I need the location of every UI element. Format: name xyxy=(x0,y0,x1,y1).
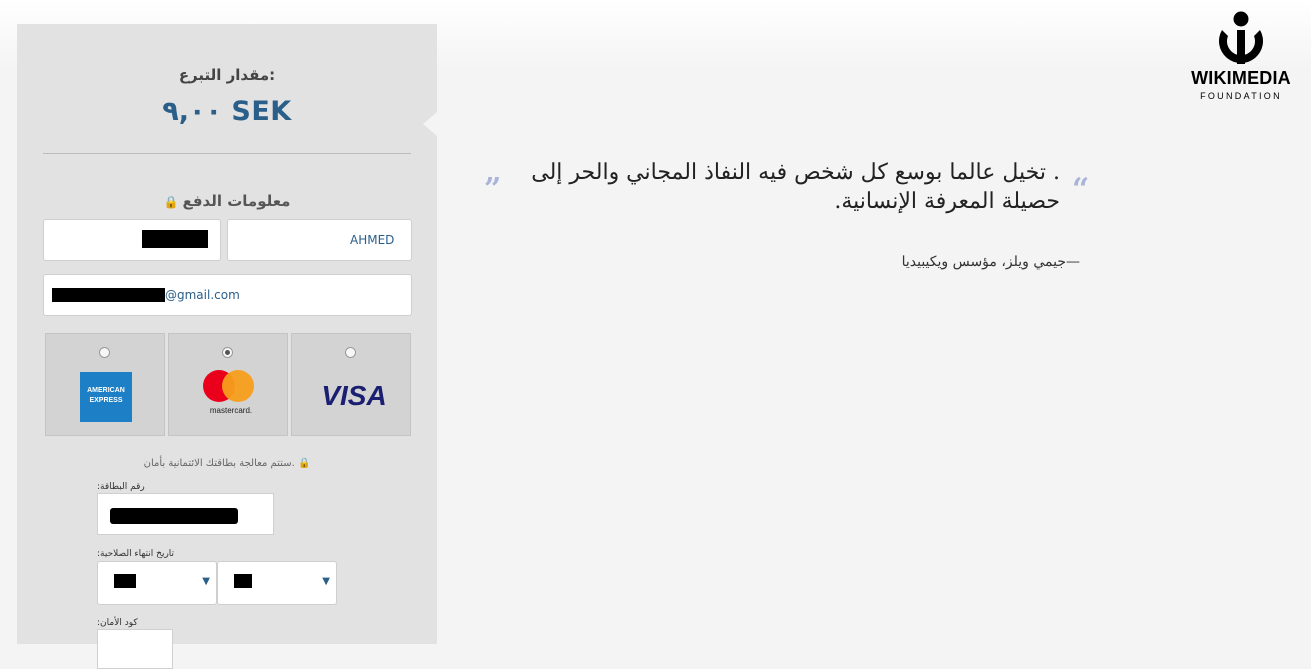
amex-logo-icon: AMERICAN EXPRESS xyxy=(80,372,132,422)
logo-subtitle: FOUNDATION xyxy=(1200,91,1282,101)
amex-line1: AMERICAN xyxy=(87,387,125,394)
expiry-month-select[interactable]: ▼ xyxy=(97,561,217,605)
redacted-expiry-month xyxy=(114,574,136,588)
lock-icon: 🔒 xyxy=(297,458,311,469)
amount-label: مقدار التبرع: xyxy=(178,66,276,84)
visa-option[interactable]: VISA xyxy=(291,333,411,436)
security-code-input[interactable] xyxy=(97,629,173,669)
divider xyxy=(43,153,411,154)
open-quote-mark: ” xyxy=(484,172,502,207)
card-number-label: :رقم البطاقة xyxy=(97,482,145,492)
wikimedia-logo: WIKIMEDIA FOUNDATION xyxy=(1175,10,1307,110)
amex-option[interactable]: AMERICAN EXPRESS xyxy=(45,333,165,436)
mastercard-option[interactable]: mastercard. xyxy=(168,333,288,436)
mastercard-caption: mastercard. xyxy=(209,406,253,415)
expiry-year-select[interactable]: ▼ xyxy=(217,561,337,605)
amount-value: ٩,٠٠ SEK xyxy=(162,96,292,127)
card-number-input[interactable] xyxy=(97,493,274,535)
logo-title: WIKIMEDIA xyxy=(1191,68,1291,88)
first-name-value: AHMED xyxy=(350,233,395,247)
redacted-last-name xyxy=(142,230,208,248)
mastercard-radio[interactable] xyxy=(222,347,233,358)
redacted-card-number xyxy=(110,508,238,524)
lock-icon: 🔒 xyxy=(163,195,179,209)
expiry-label: :تاريخ انتهاء الصلاحية xyxy=(97,549,175,559)
security-code-label: :كود الأمان xyxy=(97,618,138,628)
amex-line2: EXPRESS xyxy=(89,397,123,404)
donation-panel: مقدار التبرع: ٩,٠٠ SEK 🔒 معلومات الدفع AH… xyxy=(17,24,437,669)
close-quote-mark: “ xyxy=(1072,172,1090,207)
secure-note: ستتم معالجة بطاقتك الائتمانية بأمان. 🔒 xyxy=(17,458,437,469)
redacted-expiry-year xyxy=(234,574,252,588)
payment-info-heading: 🔒 معلومات الدفع xyxy=(17,192,437,210)
wikimedia-icon xyxy=(1219,11,1263,64)
email-suffix: @gmail.com xyxy=(165,288,240,302)
redacted-email xyxy=(52,288,165,302)
secure-note-text: ستتم معالجة بطاقتك الائتمانية بأمان. xyxy=(143,458,295,469)
chevron-down-icon: ▼ xyxy=(202,576,210,587)
mastercard-logo-icon: mastercard. xyxy=(203,370,257,418)
quote-text: . تخيل عالما بوسع كل شخص فيه النفاذ المج… xyxy=(531,160,1060,214)
payment-info-label: معلومات الدفع xyxy=(182,192,291,210)
chevron-down-icon: ▼ xyxy=(322,576,330,587)
last-name-field[interactable] xyxy=(43,219,221,261)
email-field[interactable]: @gmail.com xyxy=(43,274,412,316)
quote-attribution: —جيمي ويلز، مؤسس ويكيبيديا xyxy=(901,254,1080,270)
amex-radio[interactable] xyxy=(99,347,110,358)
first-name-field[interactable]: AHMED xyxy=(227,219,412,261)
visa-logo: VISA xyxy=(321,380,387,411)
panel-notch xyxy=(423,112,437,136)
visa-radio[interactable] xyxy=(345,347,356,358)
